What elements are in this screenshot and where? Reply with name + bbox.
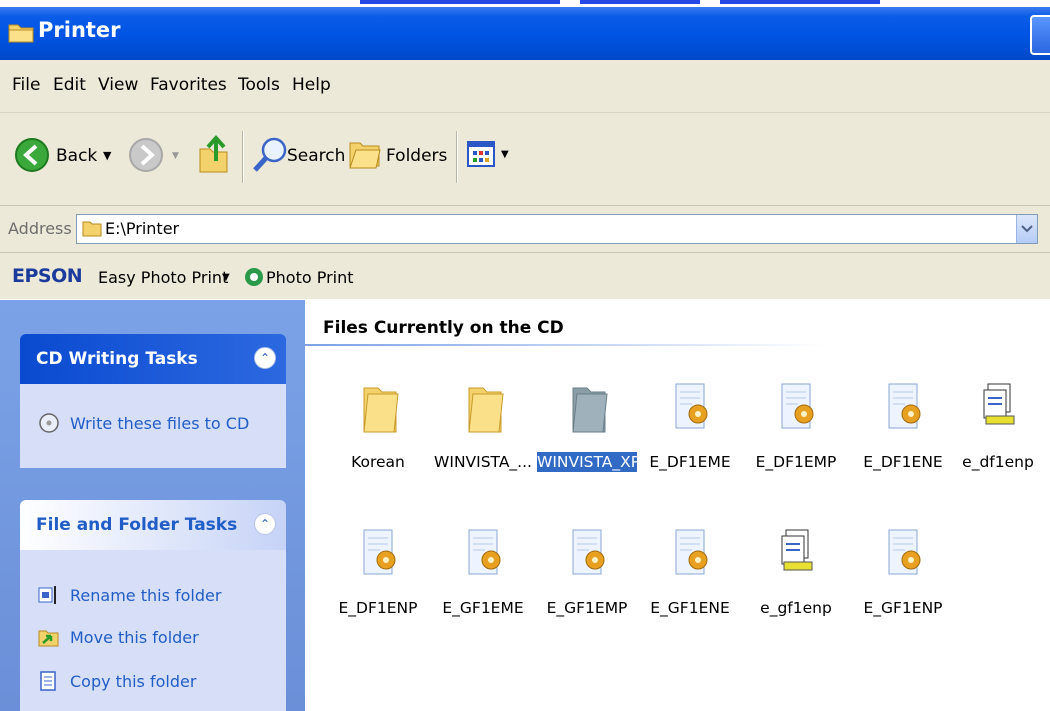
- group-divider: [305, 344, 1050, 346]
- setup-file-icon: [363, 529, 396, 575]
- back-arrow-icon[interactable]: [14, 137, 50, 173]
- setup-file-icon: [675, 383, 708, 429]
- application-icon: [781, 529, 813, 571]
- file-item[interactable]: E_GF1EMP: [532, 526, 642, 622]
- file-name: E_GF1EMP: [546, 599, 628, 617]
- file-name: E_GF1EME: [442, 599, 524, 617]
- move-icon: [38, 630, 59, 647]
- chevron-down-icon: [1021, 225, 1033, 233]
- setup-file-icon: [468, 529, 501, 575]
- file-item[interactable]: e_gf1enp: [741, 526, 851, 622]
- menu-tools[interactable]: Tools: [238, 75, 280, 95]
- file-list: Files Currently on the CD Korean WINVIST…: [305, 300, 1050, 711]
- easy-photo-print-dropdown-icon[interactable]: ▼: [222, 272, 230, 283]
- back-dropdown-icon[interactable]: ▼: [103, 149, 111, 162]
- address-input[interactable]: E:\Printer: [76, 214, 1038, 244]
- file-item[interactable]: E_GF1ENP: [848, 526, 958, 622]
- folders-button[interactable]: Folders: [386, 146, 447, 166]
- menu-view[interactable]: View: [98, 75, 138, 95]
- file-folder-tasks-header[interactable]: File and Folder Tasks ⌃: [20, 500, 286, 550]
- group-header: Files Currently on the CD: [323, 318, 564, 338]
- file-name: E_GF1ENP: [863, 599, 943, 617]
- file-name: WINVISTA_XP_2K: [537, 452, 668, 472]
- epson-toolbar: EPSON Easy Photo Print ▼ Photo Print: [0, 253, 1050, 299]
- window-title: Printer: [38, 18, 121, 42]
- file-name: WINVISTA_...: [434, 453, 532, 471]
- menu-edit[interactable]: Edit: [53, 75, 86, 95]
- file-folder-tasks-body: Rename this folder Move this folder Copy…: [20, 550, 286, 711]
- task-pane: CD Writing Tasks ⌃ Write these files to …: [0, 300, 305, 711]
- views-dropdown-icon[interactable]: ▼: [501, 149, 509, 160]
- folder-icon: [82, 221, 102, 237]
- background-window-edge: [0, 0, 1050, 7]
- setup-file-icon: [781, 383, 814, 429]
- folder-icon: [8, 24, 34, 43]
- back-button[interactable]: Back: [56, 146, 97, 166]
- setup-file-icon: [888, 383, 921, 429]
- cd-writing-tasks-header[interactable]: CD Writing Tasks ⌃: [20, 334, 286, 384]
- menu-bar: File Edit View Favorites Tools Help: [0, 60, 1050, 113]
- address-dropdown-button[interactable]: [1016, 215, 1037, 243]
- file-item[interactable]: E_DF1EME: [635, 380, 745, 476]
- file-name: e_df1enp: [962, 453, 1034, 471]
- cd-writing-tasks-title: CD Writing Tasks: [36, 349, 198, 369]
- forward-arrow-icon[interactable]: [128, 137, 164, 173]
- folder-icon: [363, 387, 399, 433]
- file-item[interactable]: E_DF1ENP: [323, 526, 433, 622]
- file-item[interactable]: E_GF1EME: [428, 526, 538, 622]
- cd-writing-tasks-body: Write these files to CD: [20, 384, 286, 468]
- easy-photo-print-button[interactable]: Easy Photo Print: [98, 268, 228, 287]
- setup-file-icon: [572, 529, 605, 575]
- up-folder-icon[interactable]: [196, 133, 232, 175]
- file-name: Korean: [351, 453, 405, 471]
- write-cd-icon: [39, 413, 59, 433]
- folder-icon: [468, 387, 504, 433]
- file-name: E_DF1ENE: [863, 453, 943, 471]
- file-name: e_gf1enp: [760, 599, 832, 617]
- menu-file[interactable]: File: [12, 75, 40, 95]
- menu-help[interactable]: Help: [292, 75, 331, 95]
- application-icon: [983, 383, 1015, 425]
- file-item-selected[interactable]: WINVISTA_XP_2K: [532, 380, 668, 490]
- photo-print-button[interactable]: Photo Print: [266, 268, 354, 287]
- photo-print-icon[interactable]: [244, 267, 264, 287]
- file-item[interactable]: Korean: [323, 380, 433, 476]
- address-bar: Address E:\Printer: [0, 206, 1050, 253]
- address-label: Address: [8, 219, 72, 238]
- setup-file-icon: [888, 529, 921, 575]
- epson-logo: EPSON: [12, 265, 83, 287]
- folders-icon[interactable]: [348, 137, 384, 171]
- rename-icon: [38, 586, 56, 604]
- minimize-button[interactable]: [1030, 15, 1050, 55]
- title-bar[interactable]: Printer: [0, 7, 1050, 60]
- search-icon[interactable]: [252, 136, 288, 174]
- file-item[interactable]: E_GF1ENE: [635, 526, 745, 622]
- file-name: E_GF1ENE: [650, 599, 730, 617]
- collapse-chevron-icon[interactable]: ⌃: [254, 347, 276, 369]
- file-item[interactable]: e_df1enp: [943, 380, 1050, 476]
- copy-icon: [40, 671, 56, 691]
- file-name: E_DF1ENP: [338, 599, 418, 617]
- file-item[interactable]: E_DF1ENE: [848, 380, 958, 476]
- file-name: E_DF1EMP: [755, 453, 837, 471]
- search-button[interactable]: Search: [287, 146, 345, 166]
- menu-favorites[interactable]: Favorites: [150, 75, 227, 95]
- toolbar: Back ▼ ▼ Search Folders ▼: [0, 113, 1050, 206]
- file-item[interactable]: WINVISTA_...: [428, 380, 538, 476]
- address-value: E:\Printer: [105, 219, 180, 238]
- setup-file-icon: [675, 529, 708, 575]
- file-name: E_DF1EME: [649, 453, 731, 471]
- file-folder-tasks-title: File and Folder Tasks: [36, 515, 238, 535]
- views-icon[interactable]: [467, 141, 497, 169]
- collapse-chevron-icon[interactable]: ⌃: [254, 513, 276, 535]
- forward-dropdown-icon[interactable]: ▼: [172, 151, 179, 161]
- file-item[interactable]: E_DF1EMP: [741, 380, 851, 476]
- folder-icon: [572, 387, 608, 433]
